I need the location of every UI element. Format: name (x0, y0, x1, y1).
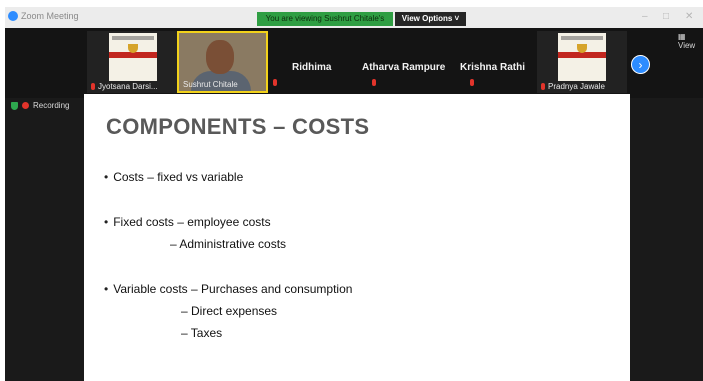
participant-tile[interactable]: Krishna Rathi (460, 62, 526, 86)
participant-tile[interactable]: Ridhima (273, 62, 332, 86)
recording-indicator[interactable]: Recording (11, 101, 69, 110)
participant-name: Jyotsana Darsi... (91, 82, 158, 91)
participant-tile[interactable]: Pradnya Jawale (537, 31, 627, 93)
screen-share-banner: You are viewing Sushrut Chitale's screen (257, 12, 393, 37)
participant-name: Pradnya Jawale (541, 82, 605, 91)
slide-subbullet: – Taxes (181, 326, 223, 340)
certificate-image (558, 33, 606, 81)
participant-tile[interactable]: Jyotsana Darsi... (87, 31, 177, 93)
slide-title: COMPONENTS – COSTS (106, 114, 370, 139)
active-speaker-tile[interactable]: Sushrut Chitale (177, 31, 268, 93)
next-page-button[interactable]: › (631, 55, 650, 74)
chevron-right-icon: › (638, 58, 643, 72)
mic-muted-icon (541, 83, 545, 90)
view-button[interactable]: ▦ View (678, 32, 703, 50)
participant-name: Atharva Rampure (362, 62, 446, 73)
slide-bullet: Fixed costs – employee costs (104, 215, 270, 229)
shared-slide: COMPONENTS – COSTS Costs – fixed vs vari… (84, 94, 630, 381)
maximize-icon[interactable]: □ (663, 11, 669, 22)
participant-tile[interactable]: Atharva Rampure (362, 62, 446, 86)
recording-label: Recording (33, 101, 70, 110)
title-bar: Zoom Meeting You are viewing Sushrut Chi… (5, 7, 703, 37)
mic-muted-icon (91, 83, 95, 90)
app-title-text: Zoom Meeting (21, 11, 79, 21)
participant-name: Sushrut Chitale (183, 80, 238, 89)
mic-muted-icon (372, 79, 376, 86)
left-panel: Recording (5, 98, 84, 381)
slide-bullet: Costs – fixed vs variable (104, 170, 243, 184)
slide-subbullet: – Administrative costs (170, 237, 287, 251)
minimize-icon[interactable]: – (642, 11, 648, 22)
mic-muted-icon (470, 79, 474, 86)
slide-bullet: Variable costs – Purchases and consumpti… (104, 282, 352, 296)
participant-strip: Jyotsana Darsi... Sushrut Chitale Ridhim… (5, 28, 703, 98)
close-icon[interactable]: ✕ (685, 11, 693, 22)
zoom-window: Zoom Meeting You are viewing Sushrut Chi… (5, 7, 703, 381)
participant-name: Krishna Rathi (460, 62, 526, 73)
mic-muted-icon (273, 79, 277, 86)
recording-dot-icon (22, 102, 29, 109)
right-panel (630, 98, 703, 381)
app-title: Zoom Meeting (8, 11, 79, 21)
view-options-button[interactable]: View Options ˅ (395, 12, 466, 26)
certificate-image (109, 33, 157, 81)
zoom-logo-icon (8, 11, 18, 21)
participant-name: Ridhima (292, 62, 332, 73)
slide-subbullet: – Direct expenses (181, 304, 278, 318)
shield-icon (11, 101, 18, 110)
video-person-head (206, 40, 234, 74)
